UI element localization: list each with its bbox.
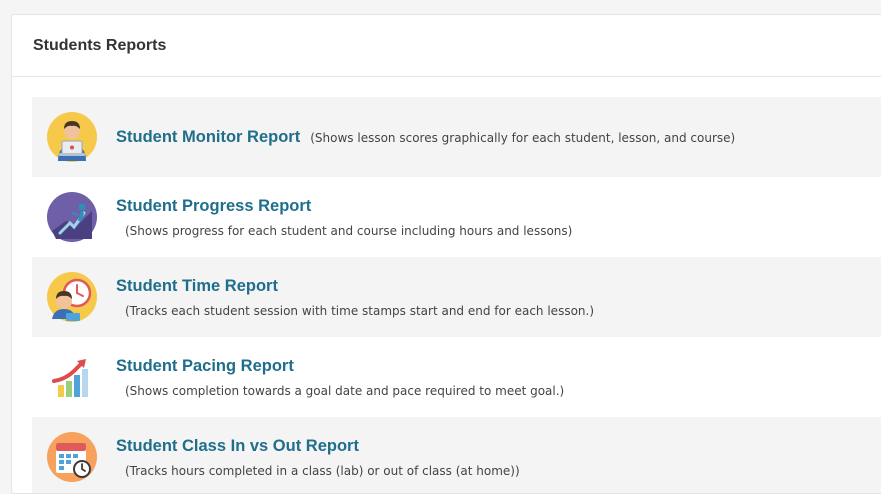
- report-item-class-in-vs-out[interactable]: Student Class In vs Out Report (Tracks h…: [32, 417, 881, 493]
- report-list: Student Monitor Report (Shows lesson sco…: [32, 97, 881, 493]
- student-monitor-report-link[interactable]: Student Monitor Report: [116, 127, 300, 147]
- report-item-time[interactable]: Student Time Report (Tracks each student…: [32, 257, 881, 337]
- report-item-pacing[interactable]: Student Pacing Report (Shows completion …: [32, 337, 881, 417]
- clock-icon: [46, 271, 98, 323]
- calendar-icon: [46, 431, 98, 483]
- panel-title: Students Reports: [33, 36, 167, 54]
- report-item-monitor[interactable]: Student Monitor Report (Shows lesson sco…: [32, 97, 881, 177]
- student-pacing-report-link[interactable]: Student Pacing Report: [116, 356, 564, 376]
- report-item-progress[interactable]: Student Progress Report (Shows progress …: [32, 177, 881, 257]
- report-description: (Shows lesson scores graphically for eac…: [310, 131, 736, 145]
- report-description: (Tracks each student session with time s…: [125, 303, 595, 318]
- progress-icon: [46, 191, 98, 243]
- report-description: (Shows progress for each student and cou…: [125, 223, 573, 238]
- student-progress-report-link[interactable]: Student Progress Report: [116, 196, 572, 216]
- panel-header: Students Reports: [12, 15, 881, 77]
- chart-icon: [46, 351, 98, 403]
- students-reports-panel: Students Reports Student Monitor Report …: [11, 14, 881, 494]
- student-class-in-vs-out-report-link[interactable]: Student Class In vs Out Report: [116, 436, 520, 456]
- monitor-icon: [46, 111, 98, 163]
- report-description: (Tracks hours completed in a class (lab)…: [125, 463, 520, 478]
- student-time-report-link[interactable]: Student Time Report: [116, 276, 594, 296]
- report-description: (Shows completion towards a goal date an…: [125, 383, 565, 398]
